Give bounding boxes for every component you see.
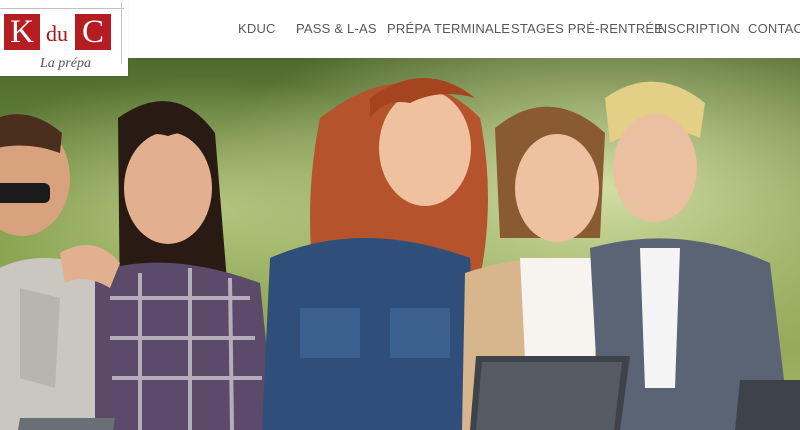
logo-tagline: La prépa — [40, 56, 91, 71]
logo-du: du — [46, 21, 68, 46]
nav-item-prepa-terminale[interactable]: PRÉPA TERMINALE — [387, 20, 510, 38]
hero-banner — [0, 58, 800, 430]
nav-item-stages-pre-rentree[interactable]: STAGES PRÉ-RENTRÉE — [511, 20, 663, 38]
nav-item-pass-las[interactable]: PASS & L-AS — [296, 20, 377, 38]
logo-letter-c: C — [75, 14, 111, 50]
site-logo[interactable]: K du C La prépa — [0, 0, 128, 76]
logo-letter-k: K — [4, 14, 40, 50]
students-photo-icon — [0, 58, 800, 430]
logo-frame-line — [121, 2, 122, 64]
logo-frame-line — [0, 8, 124, 9]
nav-item-kduc[interactable]: KDUC — [238, 20, 276, 38]
nav-item-inscription[interactable]: INSCRIPTION — [654, 20, 740, 38]
nav-item-contact[interactable]: CONTACT — [748, 20, 800, 38]
